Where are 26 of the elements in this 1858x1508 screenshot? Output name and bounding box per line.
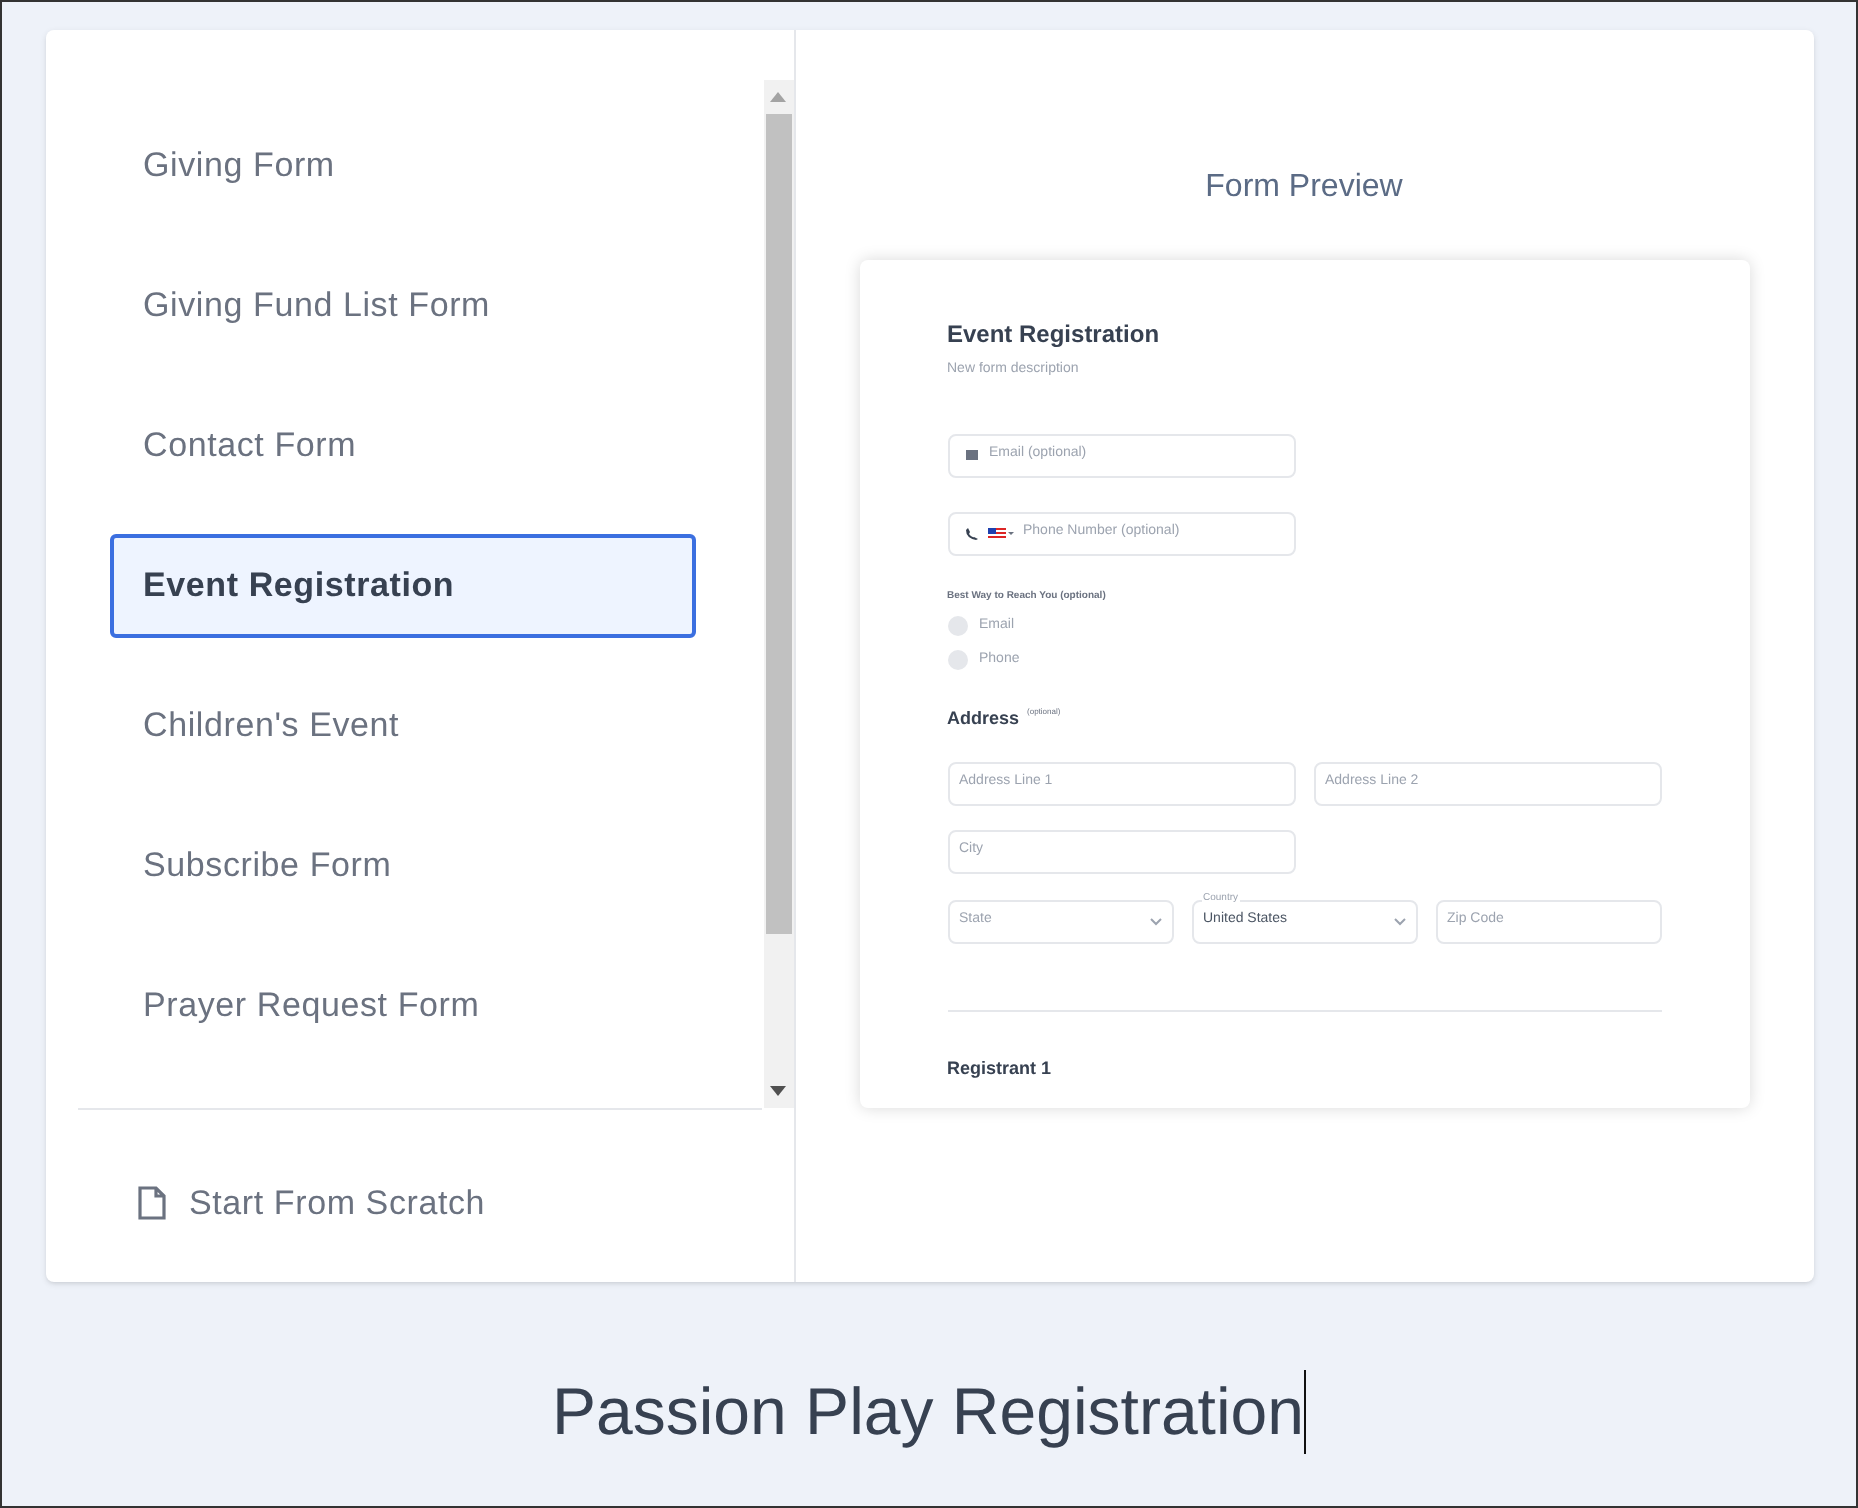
scroll-up-icon[interactable] [770,92,786,102]
preview-heading: Form Preview [1205,168,1403,208]
radio-button[interactable] [947,616,967,637]
phone-icon [965,527,977,539]
template-item[interactable]: Subscribe Form [109,814,695,918]
template-item[interactable]: Contact Form [109,394,695,498]
chevron-down-icon [1393,917,1405,925]
template-item[interactable]: Children's Event [109,674,695,778]
form-name-field[interactable]: Passion Play Registration [551,1372,1305,1452]
text-cursor [1304,1370,1307,1454]
template-item[interactable]: Event Registration [109,534,695,638]
form-title: Event Registration [947,318,1162,352]
document-icon [137,1186,165,1221]
template-item[interactable]: Giving Fund List Form [109,254,695,358]
envelope-icon [965,450,977,460]
section-heading: Address [947,706,1020,732]
start-from-scratch-link[interactable]: Start From Scratch [189,1178,486,1229]
chevron-down-icon [1149,917,1161,925]
section-heading: Registrant 1 [947,1055,1054,1082]
scroll-down-icon[interactable] [770,1086,786,1096]
flag-icon[interactable] [987,528,1013,538]
scrollbar-thumb[interactable] [765,114,791,934]
radio-button[interactable] [947,649,967,670]
template-item[interactable]: Prayer Request Form [109,954,695,1058]
scrollbar[interactable] [763,80,793,1108]
template-item[interactable]: Giving Form [109,114,695,218]
